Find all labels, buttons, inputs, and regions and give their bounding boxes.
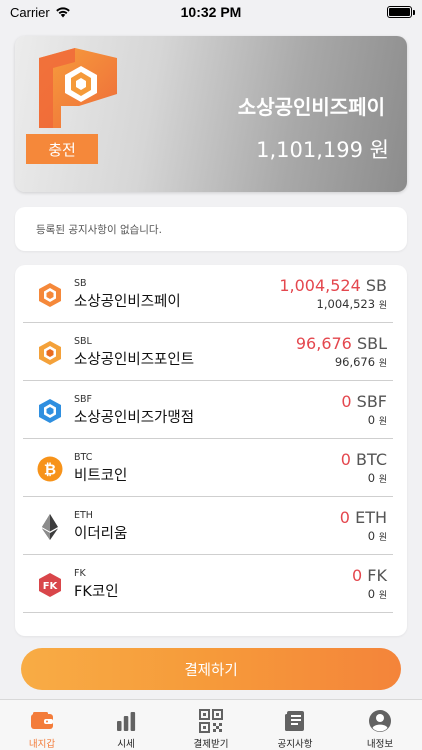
notice-icon	[285, 711, 304, 731]
wallet-balance: 1,101,199 원	[256, 138, 389, 162]
coin-krw-value: 1,004,523 원	[316, 297, 387, 311]
coin-row-sbf[interactable]: SBF 소상공인비즈가맹점 0 SBF 0 원	[15, 381, 407, 439]
coin-krw-value: 0 원	[367, 471, 387, 485]
tab-label: 공지사항	[277, 739, 313, 750]
sb-coin-icon	[39, 283, 61, 307]
tab-label: 내지갑	[28, 739, 56, 750]
sb-pay-logo	[39, 48, 117, 128]
coin-amount: 1,004,524 SB	[279, 276, 387, 295]
coin-amount: 0 FK	[352, 566, 387, 585]
tab-notice[interactable]: 공지사항	[253, 700, 337, 750]
coin-row-eth[interactable]: ETH 이더리움 0 ETH 0 원	[15, 497, 407, 555]
coin-name: FK코인	[74, 584, 119, 600]
coin-krw-value: 0 원	[367, 413, 387, 427]
tab-label: 시세	[117, 739, 135, 750]
profile-icon	[369, 710, 391, 732]
coin-amount: 0 SBF	[341, 392, 387, 411]
coin-name: 이더리움	[74, 526, 128, 542]
bitcoin-icon: ₿	[37, 456, 63, 482]
notice-banner[interactable]: 등록된 공지사항이 없습니다.	[15, 207, 407, 251]
qr-code-icon	[199, 709, 223, 733]
coin-symbol: ETH	[74, 510, 93, 521]
coin-krw-value: 0 원	[367, 529, 387, 543]
wallet-card[interactable]: 소상공인비즈페이 충전 1,101,199 원	[15, 36, 407, 192]
coin-amount: 0 BTC	[340, 450, 387, 469]
tab-market-price[interactable]: 시세	[84, 700, 168, 750]
svg-text:₿: ₿	[44, 461, 56, 479]
wallet-name: 소상공인비즈페이	[237, 95, 385, 119]
coin-row-sb[interactable]: SB 소상공인비즈페이 1,004,524 SB 1,004,523 원	[15, 265, 407, 323]
tab-label: 내정보	[366, 739, 394, 750]
coin-symbol: SBL	[74, 336, 92, 347]
coin-name: 비트코인	[74, 468, 128, 484]
coin-name: 소상공인비즈가맹점	[74, 410, 195, 426]
ethereum-icon	[42, 514, 58, 540]
coin-krw-value: 0 원	[367, 587, 387, 601]
coin-symbol: SB	[74, 278, 87, 289]
svg-text:FK: FK	[43, 581, 59, 592]
status-bar: Carrier 10:32 PM	[0, 0, 422, 24]
coin-row-fk[interactable]: FK FK FK코인 0 FK 0 원	[15, 555, 407, 613]
coin-krw-value: 96,676 원	[334, 355, 387, 369]
tab-bar: 내지갑 시세 결제받기 공지사항 내정보	[0, 699, 422, 750]
coin-row-sbl[interactable]: SBL 소상공인비즈포인트 96,676 SBL 96,676 원	[15, 323, 407, 381]
notice-text: 등록된 공지사항이 없습니다.	[36, 223, 162, 236]
tab-label: 결제받기	[193, 739, 229, 750]
coin-symbol: SBF	[74, 394, 93, 405]
wallet-icon	[31, 712, 53, 729]
sbf-coin-icon	[39, 399, 61, 423]
coin-name: 소상공인비즈페이	[74, 294, 181, 310]
coin-name: 소상공인비즈포인트	[74, 352, 195, 368]
coin-symbol: FK	[74, 568, 86, 579]
tab-my-info[interactable]: 내정보	[338, 700, 422, 750]
battery-icon	[387, 6, 415, 18]
fk-coin-icon: FK	[39, 573, 61, 597]
coin-amount: 96,676 SBL	[295, 334, 387, 353]
clock: 10:32 PM	[180, 4, 242, 20]
coin-amount: 0 ETH	[339, 508, 387, 527]
charge-button[interactable]: 충전	[26, 134, 98, 164]
coin-list: SB 소상공인비즈페이 1,004,524 SB 1,004,523 원 SBL…	[15, 265, 407, 636]
coin-row-btc[interactable]: ₿ BTC 비트코인 0 BTC 0 원	[15, 439, 407, 497]
sbl-coin-icon	[39, 341, 61, 365]
tab-receive-payment[interactable]: 결제받기	[169, 700, 253, 750]
pay-button[interactable]: 결제하기	[21, 648, 401, 690]
coin-symbol: BTC	[74, 452, 93, 463]
tab-wallet[interactable]: 내지갑	[0, 700, 84, 750]
bar-chart-icon	[117, 712, 136, 731]
